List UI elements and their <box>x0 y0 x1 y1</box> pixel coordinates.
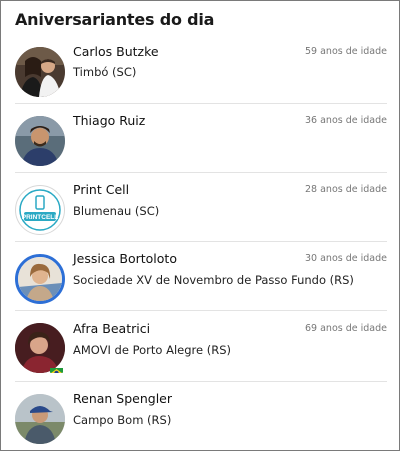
woman-photo-avatar[interactable] <box>15 254 65 304</box>
age-label: 28 anos de idade <box>305 184 387 195</box>
list-item[interactable]: Carlos Butzke 59 anos de idade Timbó (SC… <box>15 35 387 104</box>
person-city: Timbó (SC) <box>73 65 137 79</box>
age-label: 69 anos de idade <box>305 323 387 334</box>
printcell-logo-avatar[interactable]: PRINTCELL <box>15 185 65 235</box>
person-city: Sociedade XV de Novembro de Passo Fundo … <box>73 273 354 287</box>
person-name[interactable]: Afra Beatrici <box>73 321 150 336</box>
list-item[interactable]: Thiago Ruiz 36 anos de idade <box>15 104 387 173</box>
person-name[interactable]: Carlos Butzke <box>73 44 159 59</box>
couple-photo-avatar[interactable] <box>15 47 65 97</box>
person-city: Campo Bom (RS) <box>73 413 172 427</box>
person-name[interactable]: Thiago Ruiz <box>73 113 145 128</box>
brazil-flag-icon <box>50 363 63 373</box>
age-label: 59 anos de idade <box>305 46 387 57</box>
birthdays-panel: Aniversariantes do dia Carlos Butzke 59 … <box>0 0 400 451</box>
printcell-logo-text: PRINTCELL <box>22 214 59 221</box>
list-item[interactable]: Jessica Bortoloto 30 anos de idade Socie… <box>15 242 387 311</box>
man-cap-photo-avatar[interactable] <box>15 394 65 444</box>
list-item[interactable]: Afra Beatrici 69 anos de idade AMOVI de … <box>15 311 387 382</box>
list-item[interactable]: Renan Spengler Campo Bom (RS) <box>15 382 387 450</box>
man-photo-avatar[interactable] <box>15 116 65 166</box>
age-label: 30 anos de idade <box>305 253 387 264</box>
person-name[interactable]: Print Cell <box>73 182 129 197</box>
person-name[interactable]: Jessica Bortoloto <box>73 251 177 266</box>
person-city: AMOVI de Porto Alegre (RS) <box>73 343 231 357</box>
age-label: 36 anos de idade <box>305 115 387 126</box>
person-city: Blumenau (SC) <box>73 204 160 218</box>
panel-title: Aniversariantes do dia <box>15 10 215 29</box>
person-name[interactable]: Renan Spengler <box>73 391 172 406</box>
list-item[interactable]: PRINTCELL Print Cell 28 anos de idade Bl… <box>15 173 387 242</box>
